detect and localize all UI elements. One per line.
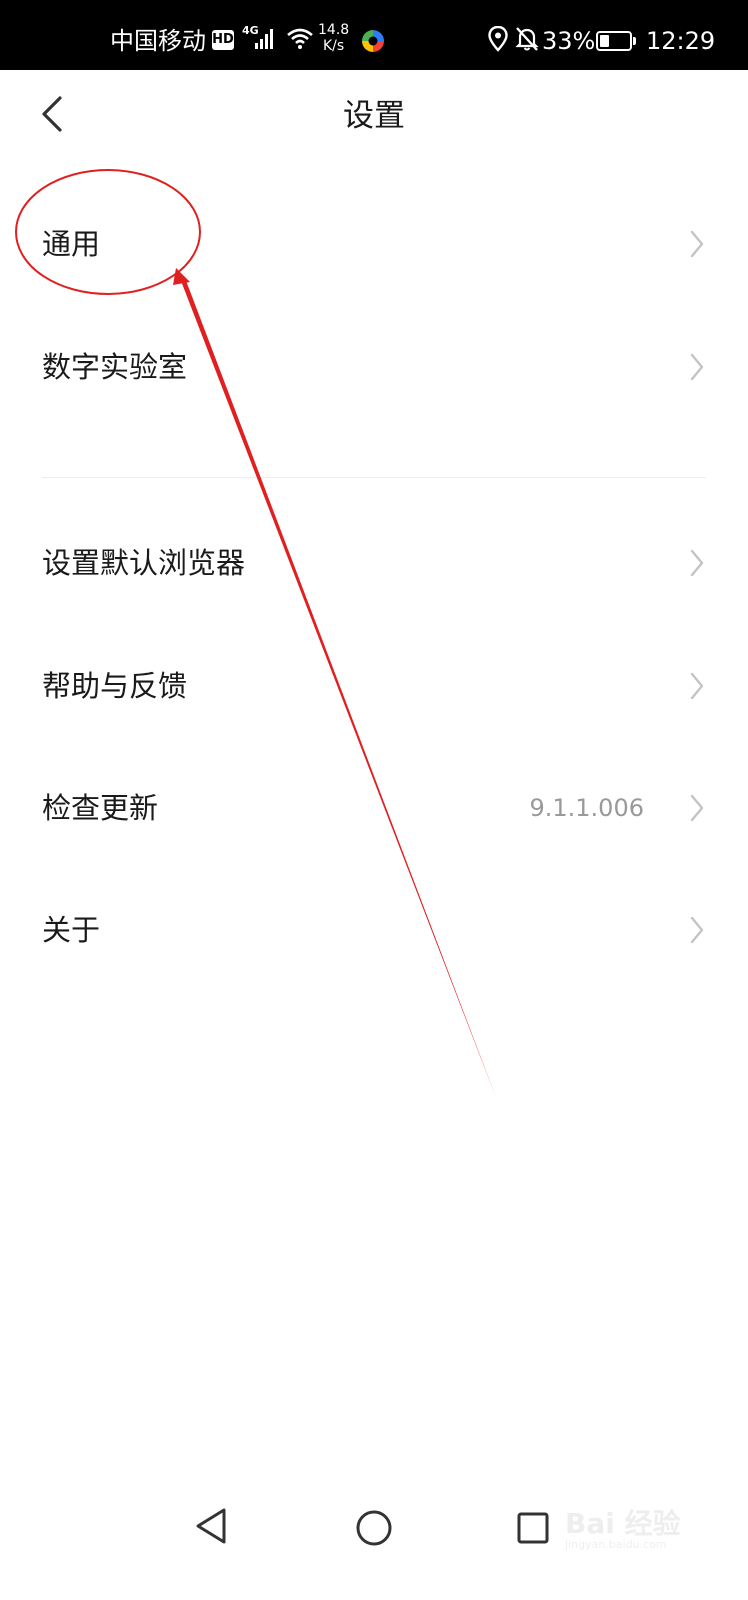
menu-item-about[interactable]: 关于 <box>0 880 748 980</box>
menu-item-default-browser[interactable]: 设置默认浏览器 <box>0 513 748 613</box>
version-number: 9.1.1.006 <box>529 794 644 822</box>
mute-bell-icon <box>515 27 539 51</box>
menu-item-label: 设置默认浏览器 <box>42 546 246 580</box>
chevron-right-icon <box>690 916 704 944</box>
battery-percent: 33% <box>542 27 596 55</box>
wifi-icon <box>287 28 313 49</box>
menu-item-label: 通用 <box>42 227 101 261</box>
chevron-right-icon <box>690 549 704 577</box>
speed-value: 14.8 <box>318 22 350 38</box>
nav-recents-icon[interactable] <box>516 1511 550 1545</box>
watermark-url: jingyan.baidu.com <box>565 1538 667 1551</box>
menu-item-label: 帮助与反馈 <box>42 669 188 703</box>
speed-unit: K/s <box>322 38 345 54</box>
menu-item-label: 检查更新 <box>42 791 159 825</box>
menu-item-label: 数字实验室 <box>42 350 188 384</box>
chevron-right-icon <box>690 353 704 381</box>
signal-icon <box>255 29 273 49</box>
chevron-right-icon <box>690 794 704 822</box>
menu-item-help-feedback[interactable]: 帮助与反馈 <box>0 636 748 736</box>
menu-item-general[interactable]: 通用 <box>0 194 748 294</box>
page-title: 设置 <box>343 98 405 134</box>
status-bar: 中国移动 HD 4G 14.8 K/s 33% 12:29 <box>0 0 748 70</box>
battery-icon <box>596 31 632 51</box>
app-notification-icon <box>362 30 384 52</box>
carrier-name: 中国移动 <box>110 27 206 55</box>
baidu-watermark: Bai 经验 jingyan.baidu.com <box>565 1488 725 1558</box>
section-divider <box>42 477 706 478</box>
menu-item-digital-lab[interactable]: 数字实验室 <box>0 317 748 417</box>
nav-home-icon[interactable] <box>354 1508 394 1548</box>
watermark-text: Bai 经验 <box>565 1507 681 1540</box>
nav-back-icon[interactable] <box>194 1507 230 1545</box>
menu-item-check-update[interactable]: 检查更新 9.1.1.006 <box>0 758 748 858</box>
menu-item-label: 关于 <box>42 913 101 947</box>
location-icon <box>488 26 508 52</box>
clock: 12:29 <box>646 27 716 55</box>
battery-level <box>600 35 609 47</box>
hd-badge: HD <box>212 30 234 50</box>
battery-tip <box>633 37 636 45</box>
chevron-right-icon <box>690 672 704 700</box>
chevron-right-icon <box>690 230 704 258</box>
network-speed: 14.8 K/s <box>318 22 349 54</box>
